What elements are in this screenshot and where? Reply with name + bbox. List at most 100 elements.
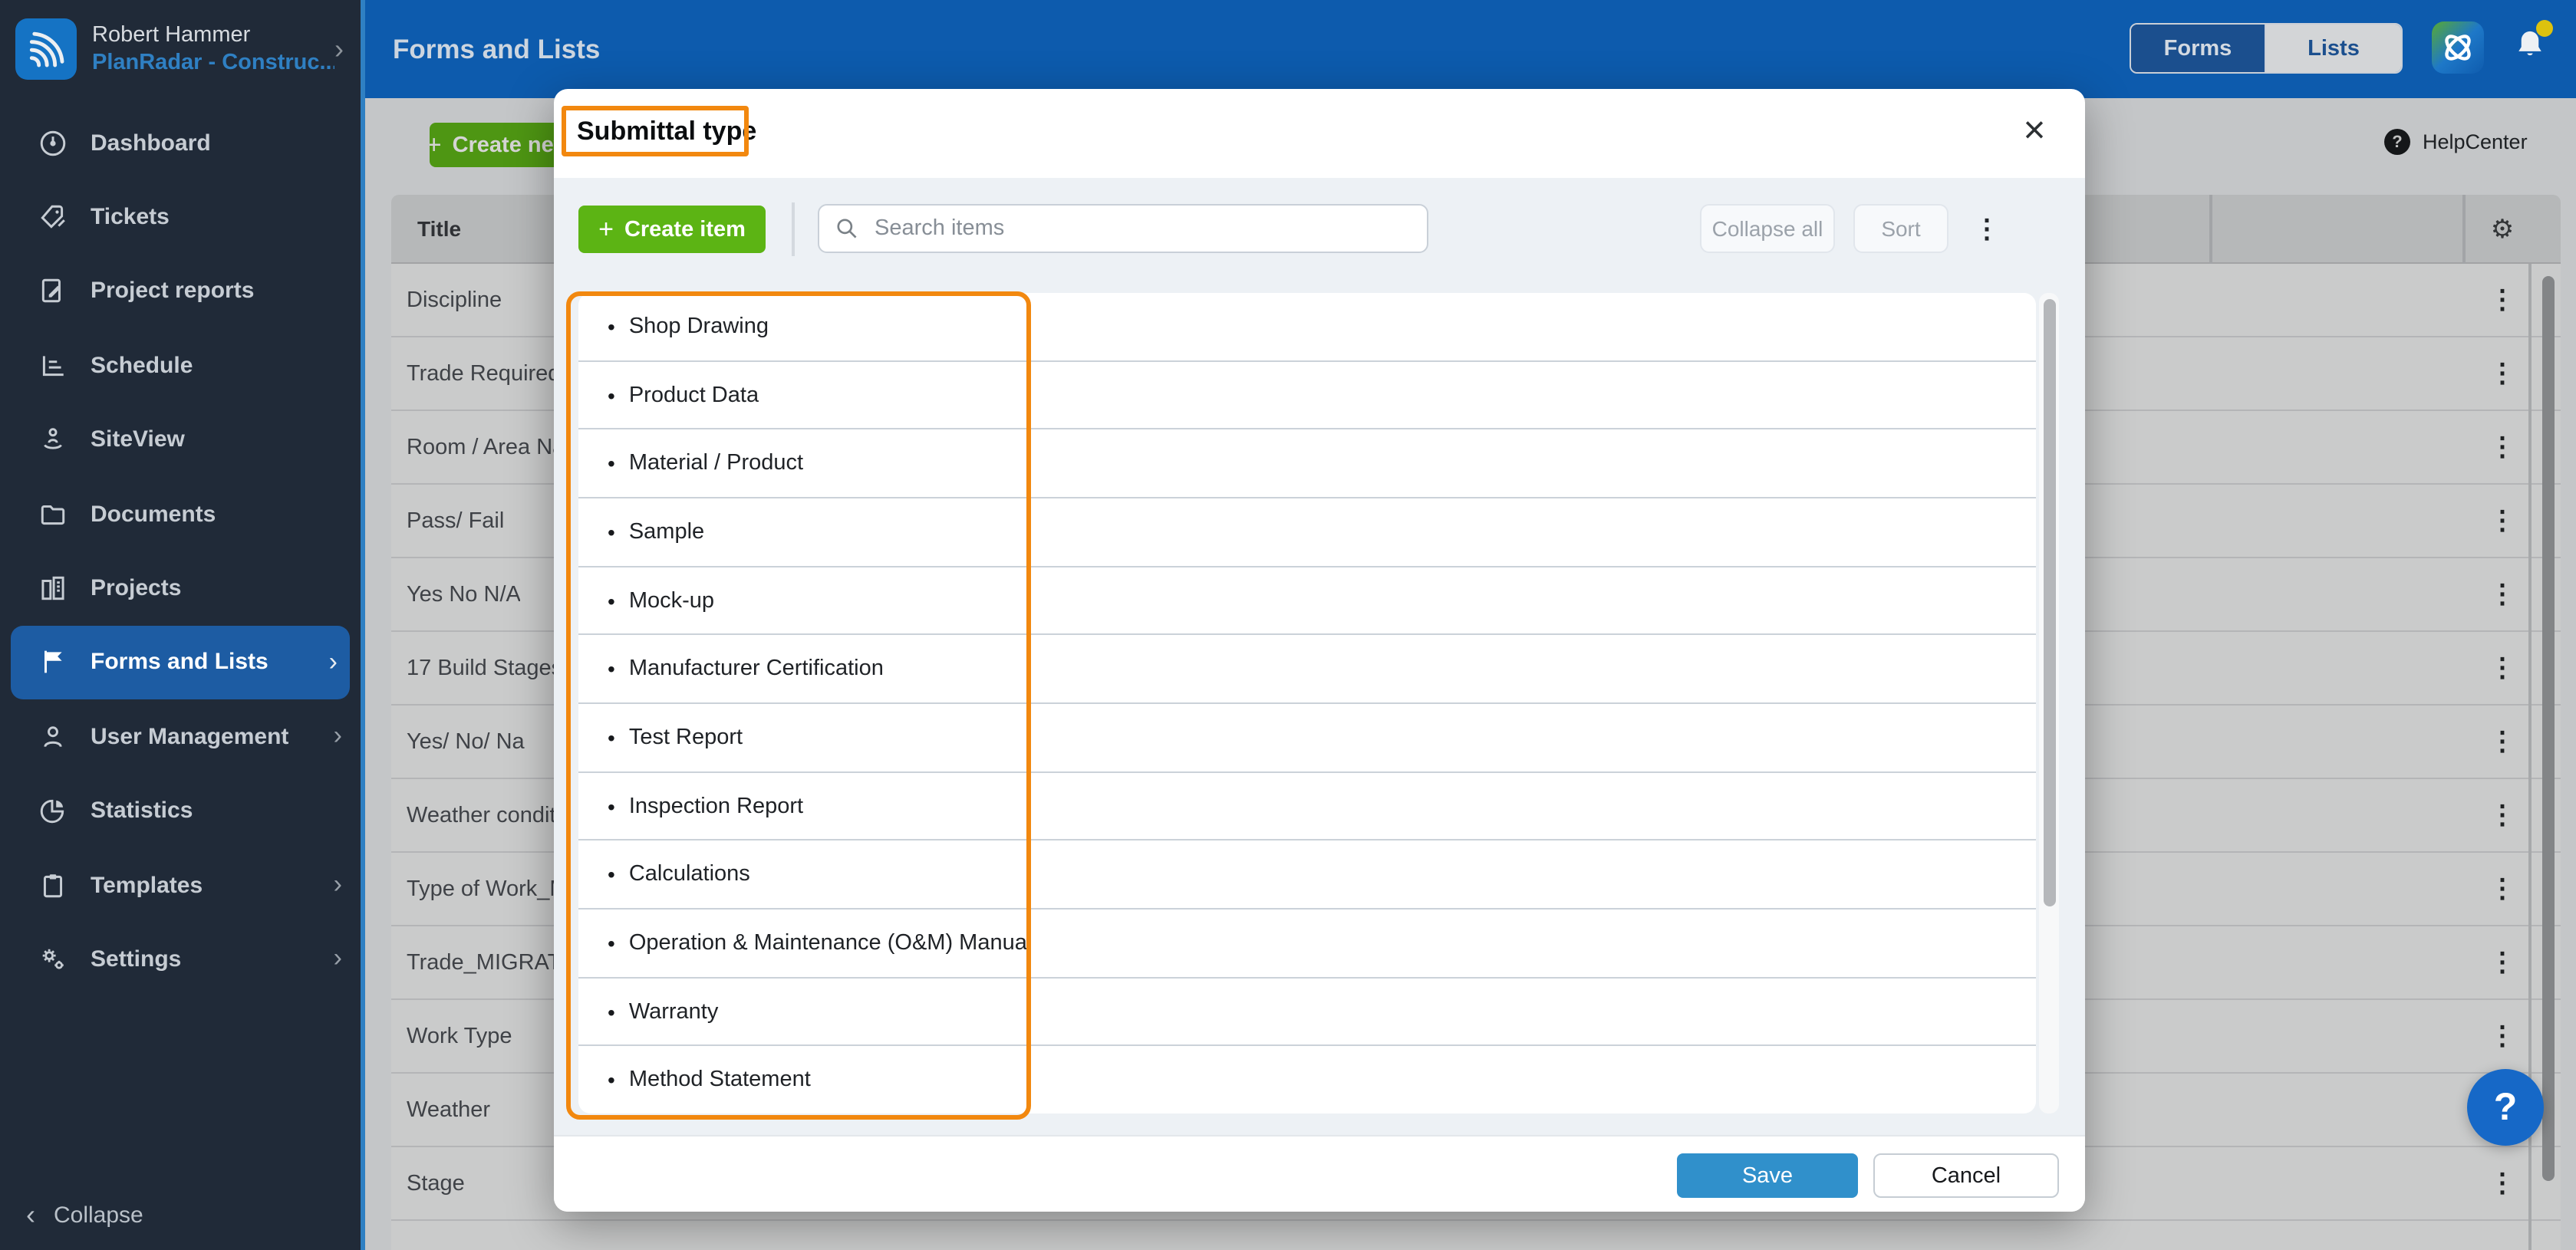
sidebar-item-tickets[interactable]: Tickets — [0, 180, 361, 255]
page-title: Forms and Lists — [393, 34, 601, 64]
bullet-icon: • — [608, 656, 615, 682]
sort-button[interactable]: Sort — [1853, 204, 1948, 253]
list-item[interactable]: • Manufacturer Certification — [578, 635, 2036, 705]
list-scrollbar-thumb[interactable] — [2043, 299, 2055, 906]
list-item[interactable]: • Inspection Report — [578, 772, 2036, 841]
list-item[interactable]: • Calculations — [578, 840, 2036, 910]
list-item-label: Product Data — [628, 383, 759, 407]
forms-lists-toggle: Forms Lists — [2130, 23, 2403, 74]
folder-icon — [38, 499, 68, 528]
toggle-forms[interactable]: Forms — [2131, 25, 2266, 72]
list-item-label: Shop Drawing — [628, 314, 769, 339]
tag-icon — [38, 202, 68, 232]
sidebar-nav: Dashboard Tickets Project reports Schedu… — [0, 106, 361, 996]
sidebar-item-templates[interactable]: Templates › — [0, 848, 361, 923]
sidebar-item-forms-and-lists[interactable]: Forms and Lists › — [11, 625, 350, 700]
app-header: Forms and Lists Forms Lists — [365, 0, 2576, 98]
report-pencil-icon — [38, 277, 68, 306]
modal-body: + Create item Collapse all Sort ⋮ • Shop … — [554, 178, 2085, 1135]
bullet-icon: • — [608, 314, 615, 339]
modal-options-kebab-icon[interactable]: ⋮ — [1972, 206, 2002, 253]
list-item-label: Manufacturer Certification — [628, 656, 884, 682]
help-bubble-button[interactable]: ? — [2467, 1069, 2544, 1146]
modal-header: Submittal type × — [554, 89, 2085, 178]
account-switcher[interactable]: Robert Hammer PlanRadar - Construc... › — [15, 15, 350, 83]
create-item-button[interactable]: + Create item — [578, 206, 766, 253]
list-item[interactable]: • Operation & Maintenance (O&M) Manual — [578, 910, 2036, 979]
list-item[interactable]: • Sample — [578, 498, 2036, 567]
clipboard-icon — [38, 870, 68, 900]
list-item-label: Operation & Maintenance (O&M) Manual — [628, 930, 1033, 956]
notification-badge — [2536, 20, 2553, 37]
list-item-label: Calculations — [628, 862, 750, 887]
sidebar-item-documents[interactable]: Documents — [0, 477, 361, 551]
search-box[interactable] — [818, 204, 1428, 253]
cancel-button[interactable]: Cancel — [1873, 1153, 2059, 1198]
bullet-icon: • — [608, 999, 615, 1025]
sidebar-item-settings[interactable]: Settings › — [0, 923, 361, 997]
modal-footer: Save Cancel — [554, 1135, 2085, 1212]
list-item-label: Inspection Report — [628, 794, 804, 819]
list-item-label: Mock-up — [628, 588, 715, 613]
bullet-icon: • — [608, 725, 615, 750]
app-root: + Create new ? HelpCenter Title ⚙ Discip… — [0, 0, 2576, 1250]
list-item[interactable]: • Product Data — [578, 361, 2036, 430]
sidebar-item-siteview[interactable]: SiteView — [0, 403, 361, 477]
planradar-logo-icon — [15, 18, 77, 80]
list-item-label: Method Statement — [628, 1067, 811, 1093]
list-item[interactable]: • Test Report — [578, 704, 2036, 773]
chevron-right-icon: › — [334, 33, 344, 64]
bullet-icon: • — [608, 588, 615, 613]
list-item[interactable]: • Material / Product — [578, 429, 2036, 499]
person-pin-icon — [38, 426, 68, 455]
close-icon[interactable]: × — [2011, 107, 2057, 153]
list-scrollbar-track[interactable] — [2039, 293, 2059, 1113]
pie-chart-icon — [38, 796, 68, 825]
chevron-right-icon: › — [333, 721, 342, 751]
sidebar-item-label: User Management — [91, 723, 289, 750]
sidebar-item-user-management[interactable]: User Management › — [0, 699, 361, 774]
buildings-icon — [38, 574, 68, 603]
create-item-label: Create item — [624, 217, 746, 242]
flag-icon — [38, 648, 68, 677]
sidebar-item-projects[interactable]: Projects — [0, 551, 361, 626]
sidebar-item-project-reports[interactable]: Project reports — [0, 255, 361, 329]
user-name: Robert Hammer — [92, 23, 251, 48]
modal-title: Submittal type — [577, 117, 757, 146]
collapse-label: Collapse — [54, 1202, 143, 1229]
sidebar-item-label: Settings — [91, 946, 182, 972]
app-switcher-icon[interactable] — [2432, 21, 2484, 74]
sidebar-collapse-button[interactable]: ‹ Collapse — [26, 1199, 143, 1232]
list-item[interactable]: • Method Statement — [578, 1046, 2036, 1113]
search-icon — [837, 219, 857, 238]
sidebar-item-label: Documents — [91, 501, 216, 528]
sidebar: Robert Hammer PlanRadar - Construc... › … — [0, 0, 365, 1250]
plus-icon: + — [598, 215, 614, 244]
sidebar-item-label: SiteView — [91, 426, 185, 453]
user-icon — [38, 722, 68, 752]
submittal-type-modal: Submittal type × + Create item Collapse … — [554, 89, 2085, 1212]
list-item[interactable]: • Warranty — [578, 978, 2036, 1047]
search-input[interactable] — [871, 215, 1412, 242]
workspace-name: PlanRadar - Construc... — [92, 51, 334, 75]
sidebar-item-label: Project reports — [91, 278, 255, 304]
item-list: • Shop Drawing • Product Data • Material / … — [578, 293, 2036, 1113]
chevron-right-icon: › — [333, 870, 342, 900]
list-item[interactable]: • Mock-up — [578, 567, 2036, 636]
toolbar-divider — [792, 202, 794, 256]
sidebar-item-schedule[interactable]: Schedule — [0, 328, 361, 403]
list-item-label: Test Report — [628, 725, 743, 750]
list-item[interactable]: • Shop Drawing — [578, 293, 2036, 362]
bullet-icon: • — [608, 519, 615, 544]
chevron-left-icon: ‹ — [26, 1199, 35, 1230]
notifications-bell-icon[interactable] — [2510, 20, 2553, 69]
toggle-lists[interactable]: Lists — [2266, 25, 2401, 72]
sidebar-item-statistics[interactable]: Statistics — [0, 774, 361, 848]
sidebar-item-label: Schedule — [91, 352, 193, 379]
sidebar-item-dashboard[interactable]: Dashboard — [0, 106, 361, 180]
save-button[interactable]: Save — [1677, 1153, 1858, 1198]
bullet-icon: • — [608, 451, 615, 476]
collapse-all-button[interactable]: Collapse all — [1700, 204, 1835, 253]
sidebar-item-label: Projects — [91, 575, 182, 602]
sidebar-item-label: Statistics — [91, 798, 193, 824]
